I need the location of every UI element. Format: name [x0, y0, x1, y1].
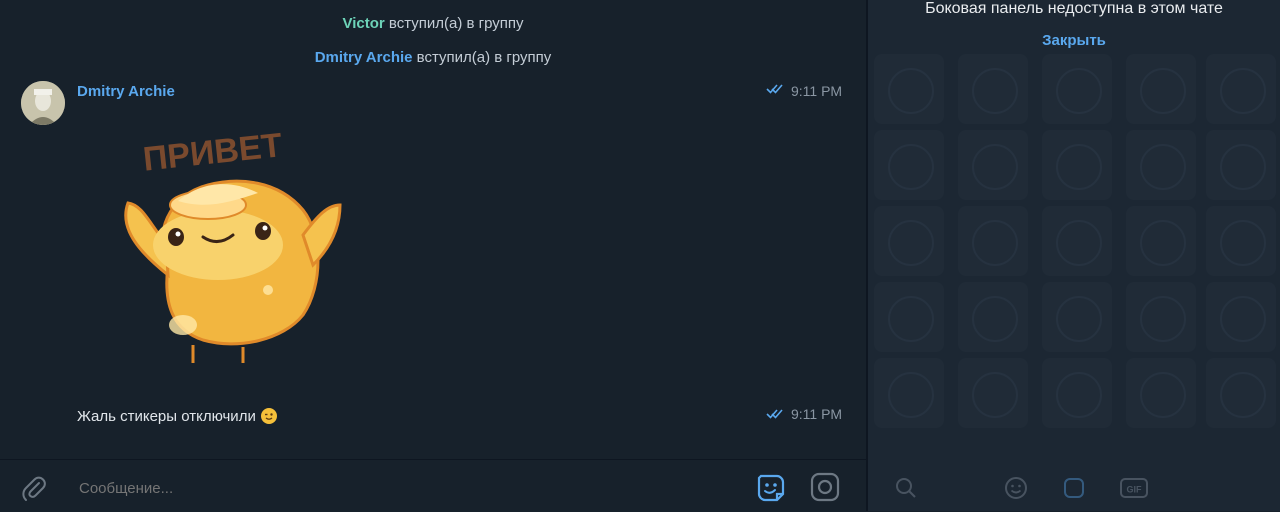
sticker-tile — [1042, 54, 1112, 124]
sticker-tile — [874, 358, 944, 428]
sticker-tile — [1206, 206, 1276, 276]
sticker-tile — [1126, 282, 1196, 352]
sticker-tile — [1126, 358, 1196, 428]
sticker-tile — [958, 130, 1028, 200]
sticker-tile — [1042, 358, 1112, 428]
sidebar-notice: Боковая панель недоступна в этом чате — [925, 0, 1223, 17]
sticker-tile — [1206, 130, 1276, 200]
sticker-tile — [958, 206, 1028, 276]
sticker-grid — [868, 50, 1280, 470]
double-check-icon — [766, 409, 783, 419]
message-text: Жаль стикеры отключили — [77, 408, 277, 425]
sticker-tile — [958, 54, 1028, 124]
sticker[interactable]: ПРИВЕТ — [108, 125, 348, 375]
service-message: Victor вступил(а) в группу — [0, 15, 866, 32]
sidebar: Боковая панель недоступна в этом чате За… — [868, 0, 1280, 511]
sticker-tile — [874, 54, 944, 124]
sticker-tile — [1206, 358, 1276, 428]
search-icon[interactable] — [894, 476, 918, 500]
service-text: вступил(а) в группу — [416, 49, 552, 66]
message-sender[interactable]: Dmitry Archie — [77, 83, 175, 100]
sticker-tile — [874, 130, 944, 200]
sticker-tile — [958, 358, 1028, 428]
sticker-tile — [1126, 206, 1196, 276]
sticker-tile — [1042, 130, 1112, 200]
gif-icon[interactable]: GIF — [1120, 476, 1148, 500]
double-check-icon — [766, 84, 783, 94]
attach-icon[interactable] — [20, 474, 48, 502]
svg-text:GIF: GIF — [1127, 485, 1143, 495]
service-text: вступил(а) в группу — [388, 15, 524, 32]
composer — [0, 459, 866, 512]
sticker-tile — [874, 282, 944, 352]
sticker-icon[interactable] — [755, 472, 787, 504]
sticker-tile — [1042, 282, 1112, 352]
sticker-tile — [1126, 54, 1196, 124]
sticker-icon[interactable] — [1062, 476, 1086, 500]
message-time: 9:11 PM — [791, 83, 843, 99]
service-message: Dmitry Archie вступил(а) в группу — [0, 49, 866, 66]
sticker-tile — [1126, 130, 1196, 200]
camera-icon[interactable] — [810, 472, 840, 502]
avatar[interactable] — [21, 81, 65, 125]
sticker-tile — [1042, 206, 1112, 276]
sticker-tile — [958, 282, 1028, 352]
service-user-name[interactable]: Victor — [342, 15, 384, 32]
close-button[interactable]: Закрыть — [868, 32, 1280, 49]
wink-emoji-icon — [260, 408, 277, 424]
message-text-body: Жаль стикеры отключили — [77, 408, 256, 425]
sticker-tile — [1206, 282, 1276, 352]
service-user-name[interactable]: Dmitry Archie — [315, 49, 413, 66]
message-time: 9:11 PM — [791, 406, 843, 422]
sticker-tile — [874, 206, 944, 276]
chat-panel: Victor вступил(а) в группу Dmitry Archie… — [0, 0, 866, 512]
sidebar-tabs: GIF — [868, 470, 1280, 511]
sticker-tile — [1206, 54, 1276, 124]
message-input[interactable] — [77, 479, 681, 498]
sticker-caption: ПРИВЕТ — [141, 126, 284, 178]
smile-icon[interactable] — [1004, 476, 1028, 500]
